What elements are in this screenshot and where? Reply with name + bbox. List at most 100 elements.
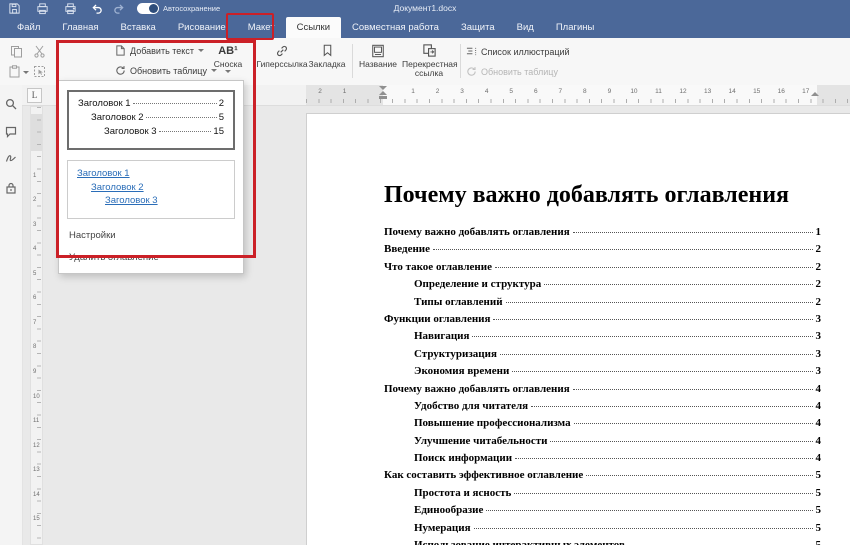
word-app-window: Автосохранение Документ1.docx ФайлГлавна… [0, 0, 850, 545]
cross-reference-button[interactable]: Перекрестная ссылка [402, 42, 456, 77]
toc-entry-text: Почему важно добавлять оглавления [384, 226, 570, 238]
toc-entry-page: 3 [816, 313, 822, 325]
toc-entry[interactable]: Почему важно добавлять оглавления 4 [384, 383, 821, 400]
toc-settings-item[interactable]: Настройки [69, 230, 233, 241]
toc-entry[interactable]: Введение2 [384, 243, 821, 260]
tab-plugins[interactable]: Плагины [545, 17, 606, 38]
toc-entry-text: Типы оглавлений [414, 296, 503, 308]
title-bar: Автосохранение Документ1.docx [0, 0, 850, 17]
footnote-button[interactable]: AB¹ Сноска [206, 42, 250, 73]
update-table-button[interactable]: Обновить таблицу [115, 65, 217, 76]
toc-style1-text: Заголовок 1 [78, 98, 131, 109]
toc-style-links[interactable]: Заголовок 1 Заголовок 2 Заголовок 3 [67, 160, 235, 219]
caption-button[interactable]: Название [356, 42, 400, 69]
toc-style-classic[interactable]: Заголовок 12Заголовок 25Заголовок 315 [67, 90, 235, 150]
toc-entry-text: Как составить эффективное оглавление [384, 469, 583, 481]
tab-collaboration[interactable]: Совместная работа [341, 17, 450, 38]
toc-entry[interactable]: Навигация3 [384, 330, 821, 347]
refresh-icon [466, 66, 477, 77]
toc-entry-leader [495, 267, 813, 268]
toc-entry-page: 5 [816, 469, 822, 481]
toc-style1-page: 5 [219, 112, 224, 123]
comments-icon[interactable] [5, 125, 17, 137]
toc-style2-link[interactable]: Заголовок 2 [91, 182, 144, 193]
toc-entry-page: 2 [816, 243, 822, 255]
toc-entry-page: 5 [816, 504, 822, 516]
toc-entry-page: 4 [816, 383, 822, 395]
ruler-number: 12 [679, 88, 686, 95]
copy-icon[interactable] [10, 45, 23, 58]
ribbon-divider [352, 44, 353, 78]
cut-icon[interactable] [33, 45, 46, 58]
paste-icon[interactable] [8, 65, 21, 78]
ruler-number: 6 [33, 295, 36, 301]
document-page[interactable]: Почему важно добавлять оглавления Почему… [306, 113, 850, 545]
toc-entry[interactable]: Определение и структура2 [384, 278, 821, 295]
toc-entry-text: Почему важно добавлять оглавления [384, 383, 570, 395]
toc-entry-text: Функции оглавления [384, 313, 490, 325]
tab-protection[interactable]: Защита [450, 17, 506, 38]
lock-icon[interactable] [5, 181, 17, 193]
toc-entry[interactable]: Удобство для читателя4 [384, 400, 821, 417]
toc-style2-row: Заголовок 3 [77, 195, 225, 209]
toc-entry[interactable]: Использование интерактивных элементов5 [384, 539, 821, 545]
toc-entry-leader [550, 441, 812, 442]
vertical-ruler[interactable]: 123456789101112131415 [30, 106, 43, 545]
caption-icon [371, 42, 385, 59]
toc-entry-text: Использование интерактивных элементов [414, 539, 625, 545]
toc-entry-page: 4 [816, 435, 822, 447]
tab-layout[interactable]: Макет [237, 17, 286, 38]
hyperlink-button[interactable]: Гиперссылка [258, 42, 306, 69]
toc-entry-leader [493, 319, 812, 320]
ruler-number: 2 [436, 88, 440, 95]
toc-entry-leader [506, 302, 813, 303]
document-heading[interactable]: Почему важно добавлять оглавления [384, 182, 789, 209]
tab-draw[interactable]: Рисование [167, 17, 237, 38]
tab-home[interactable]: Главная [51, 17, 109, 38]
ruler-number: 14 [33, 492, 40, 498]
toc-entry[interactable]: Структуризация3 [384, 348, 821, 365]
toc-entry[interactable]: Как составить эффективное оглавление 5 [384, 469, 821, 486]
toc-entry[interactable]: Поиск информации4 [384, 452, 821, 469]
toc-entry[interactable]: Единообразие5 [384, 504, 821, 521]
toc-style2-link[interactable]: Заголовок 3 [105, 195, 158, 206]
select-icon[interactable] [33, 65, 46, 78]
paste-chevron-icon[interactable] [23, 71, 29, 74]
toc-entry-leader [586, 475, 812, 476]
ruler-number: 9 [608, 88, 612, 95]
right-indent-marker-icon[interactable] [811, 91, 819, 96]
tab-references[interactable]: Ссылки [286, 17, 341, 38]
tab-file[interactable]: Файл [6, 17, 51, 38]
toc-remove-item[interactable]: Удалить оглавление [69, 252, 233, 263]
toc-entry[interactable]: Типы оглавлений2 [384, 296, 821, 313]
tab-insert[interactable]: Вставка [110, 17, 167, 38]
bookmark-icon [321, 42, 334, 59]
indent-marker-icon[interactable] [379, 86, 387, 99]
toc-style1-page: 15 [213, 126, 224, 137]
ruler-number: 9 [33, 369, 36, 375]
search-icon[interactable] [5, 97, 17, 109]
figures-list-button[interactable]: Список иллюстраций [466, 46, 570, 57]
bookmark-button[interactable]: Закладка [306, 42, 348, 69]
toc-entry-page: 5 [816, 487, 822, 499]
toc-entry[interactable]: Что такое оглавление2 [384, 261, 821, 278]
horizontal-ruler[interactable]: 211234567891011121314151617 [306, 85, 850, 105]
toc-style2-link[interactable]: Заголовок 1 [77, 168, 130, 179]
headings-icon[interactable] [5, 151, 17, 163]
ribbon-divider [460, 44, 461, 78]
tab-selector-icon[interactable]: L [27, 88, 42, 103]
toc-style1-text: Заголовок 2 [91, 112, 144, 123]
toc-entry[interactable]: Простота и ясность5 [384, 487, 821, 504]
toc-entry-page: 5 [816, 522, 822, 534]
toc-entry[interactable]: Повышение профессионализма4 [384, 417, 821, 434]
toc-entry[interactable]: Функции оглавления 3 [384, 313, 821, 330]
toc-entry-text: Экономия времени [414, 365, 509, 377]
toc-entry[interactable]: Почему важно добавлять оглавления1 [384, 226, 821, 243]
toc-entry[interactable]: Экономия времени3 [384, 365, 821, 382]
toc-style1-text: Заголовок 3 [104, 126, 157, 137]
toc-entry[interactable]: Улучшение читабельности 4 [384, 435, 821, 452]
add-text-button[interactable]: Добавить текст [115, 45, 204, 56]
tab-view[interactable]: Вид [506, 17, 545, 38]
toc-entry[interactable]: Нумерация5 [384, 522, 821, 539]
toc-entry-text: Улучшение читабельности [414, 435, 547, 447]
